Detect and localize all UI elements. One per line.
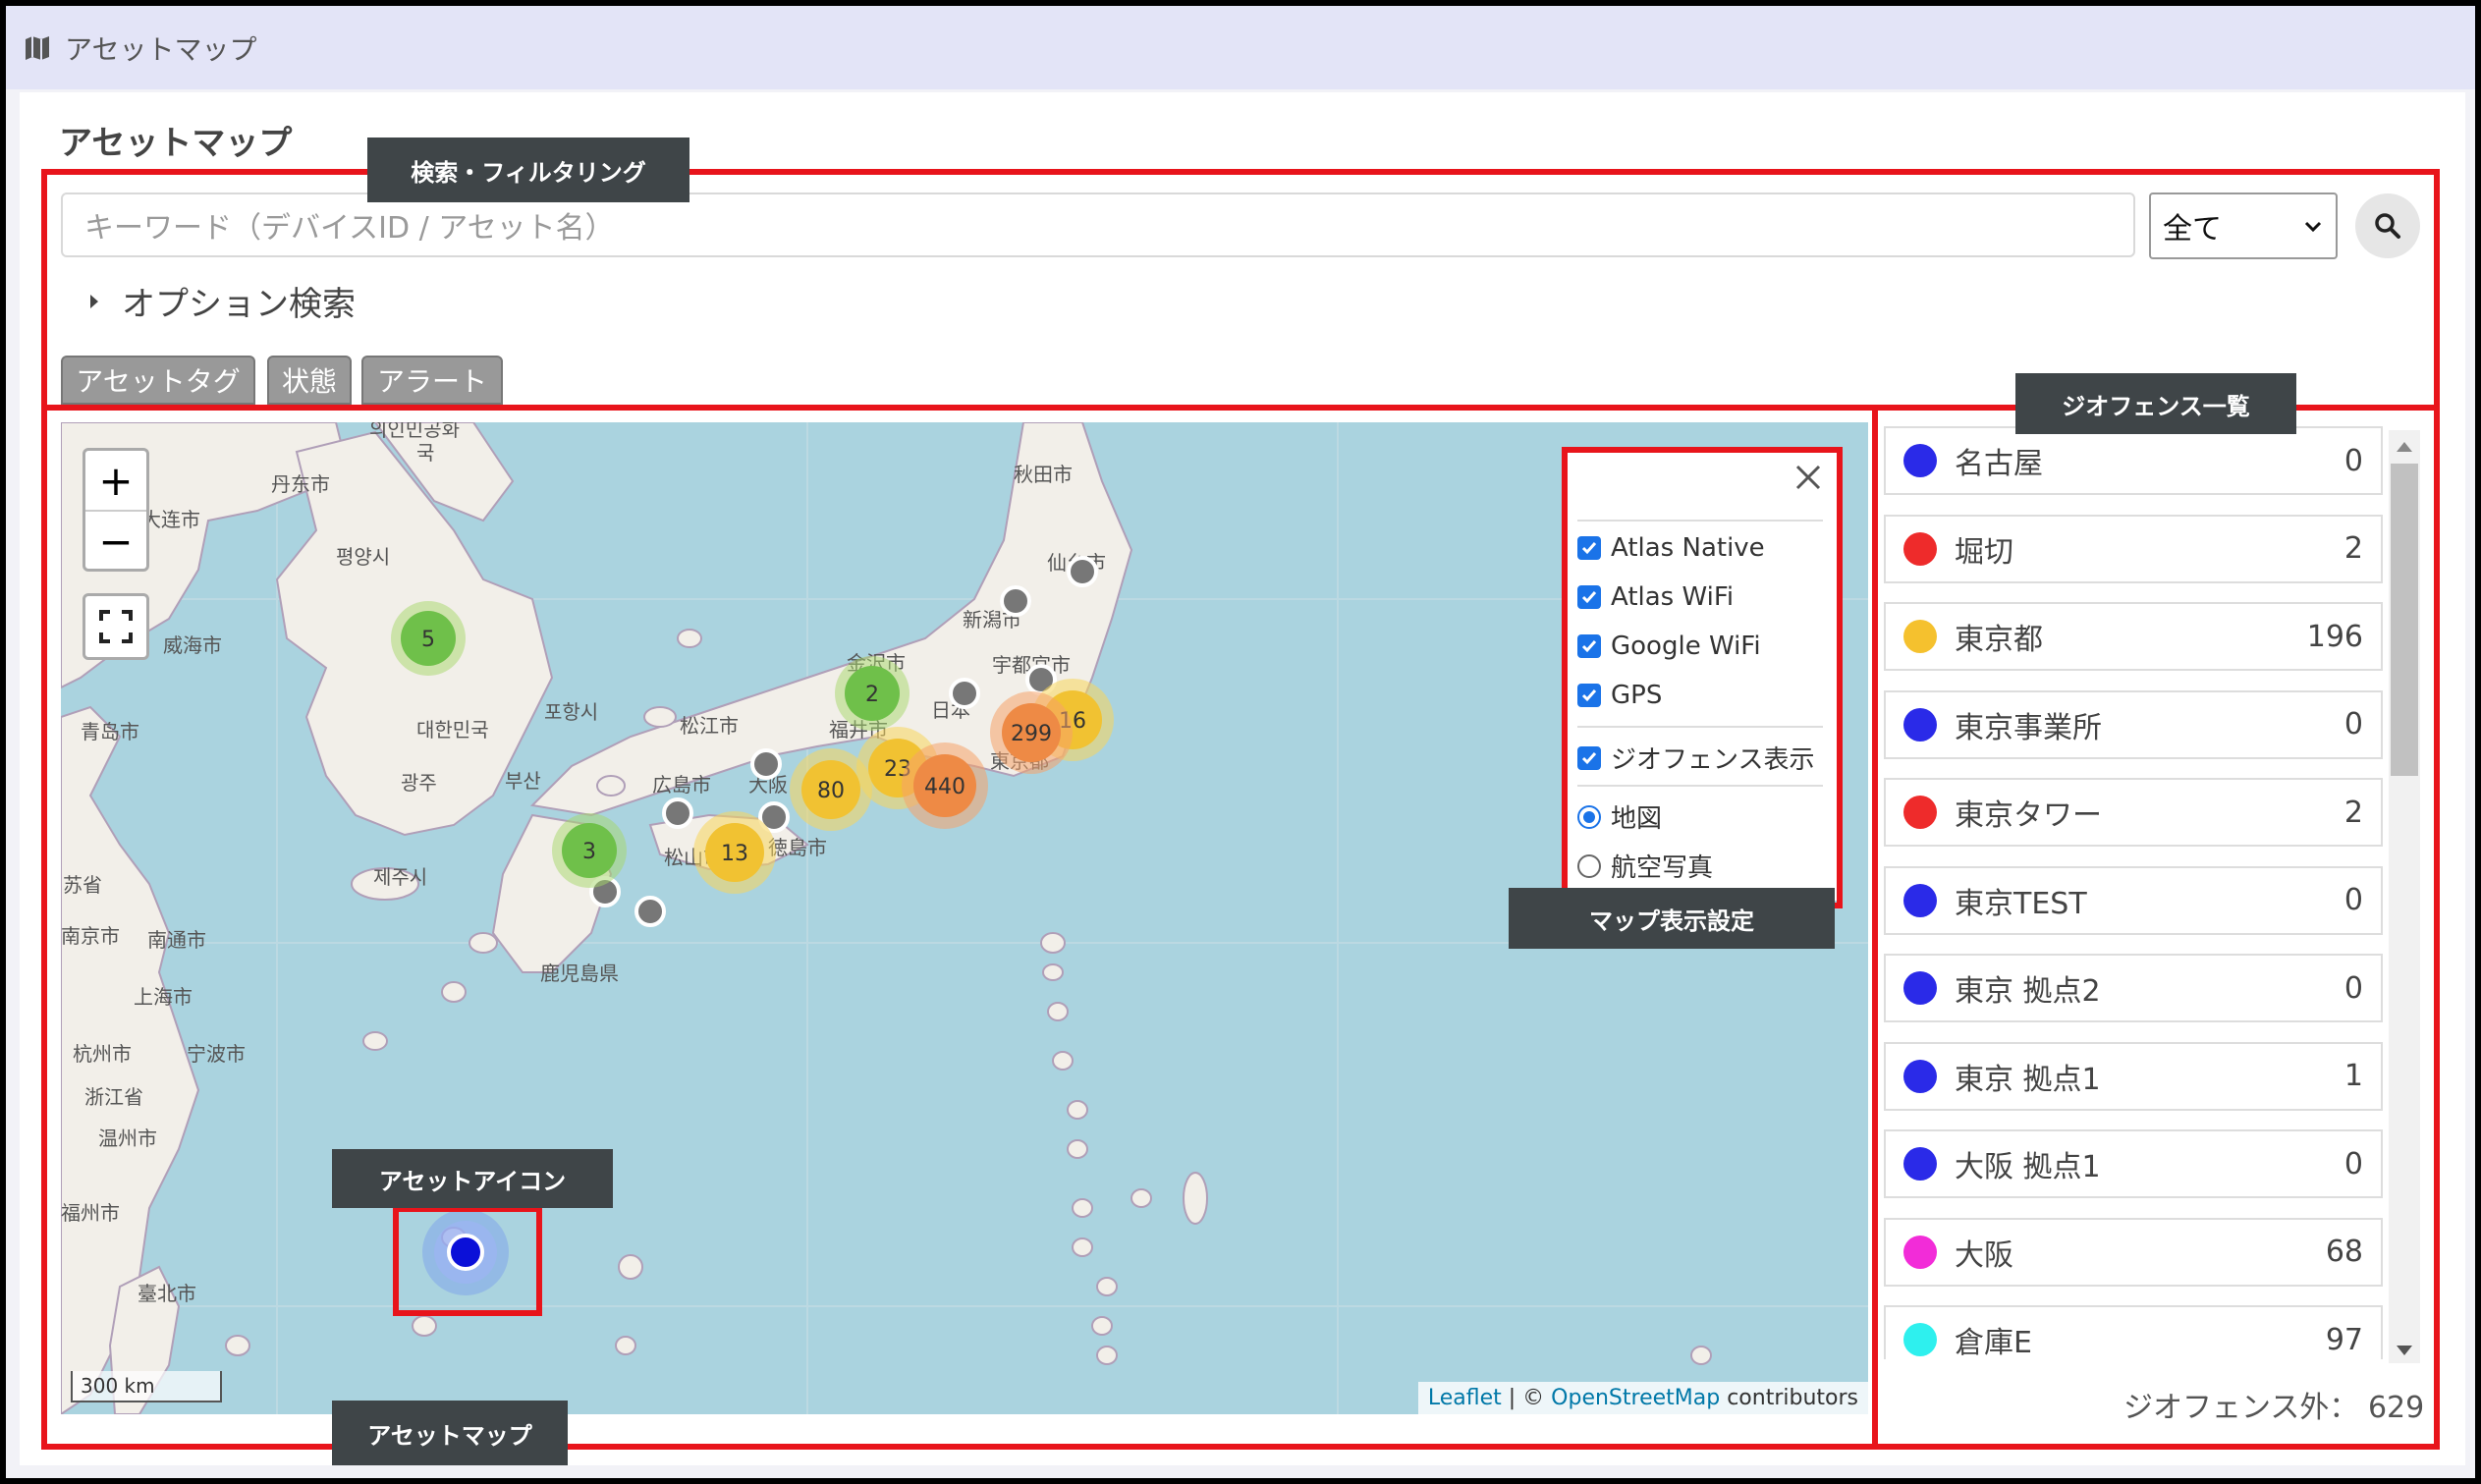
callout-map-settings: マップ表示設定: [1509, 888, 1835, 949]
callout-search-filter: 検索・フィルタリング: [367, 137, 689, 202]
map-icon: [26, 35, 49, 60]
annotation-box-map-settings: [1562, 447, 1843, 908]
annotation-box-geofence: [1872, 405, 2440, 1450]
app-title: アセットマップ: [65, 32, 257, 66]
bottom-bar: [6, 1467, 2475, 1478]
callout-geofence-list: ジオフェンス一覧: [2015, 373, 2296, 434]
page-title: アセットマップ: [59, 124, 293, 163]
callout-asset-map: アセットマップ: [332, 1401, 568, 1465]
annotation-box-asset-icon: [393, 1206, 542, 1316]
callout-asset-icon: アセットアイコン: [332, 1149, 613, 1208]
app-header: アセットマップ: [6, 6, 2475, 89]
